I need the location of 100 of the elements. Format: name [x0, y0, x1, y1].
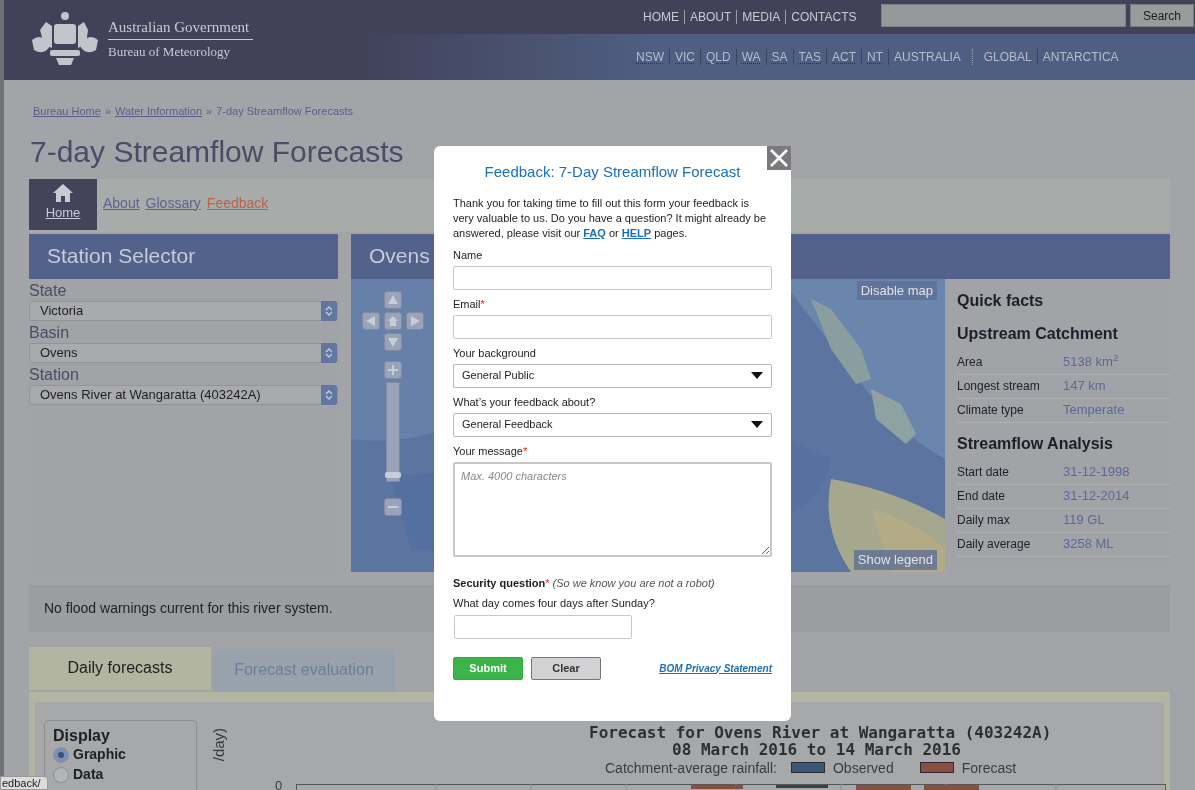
fact-value: Temperate — [1063, 401, 1125, 420]
breadcrumb-separator: » — [206, 104, 213, 119]
region-link[interactable]: WA — [736, 48, 766, 66]
field-label: Your background — [453, 345, 537, 360]
region-link[interactable]: AUSTRALIA — [889, 48, 966, 66]
nav-link[interactable]: Glossary — [145, 192, 201, 214]
input-field[interactable] — [453, 265, 772, 290]
region-link[interactable]: ACT — [827, 48, 862, 66]
input-field[interactable] — [453, 314, 772, 339]
zoom-in-icon — [387, 363, 399, 376]
security-label: Security question* (So we know you are not a robot) — [453, 575, 716, 590]
fact-label: Start date — [957, 464, 1011, 481]
status-url: edback/ — [0, 776, 48, 790]
org-name: Australian Government — [108, 17, 254, 40]
region-link[interactable]: ANTARCTICA — [1037, 48, 1124, 66]
chart-title: Forecast for Ovens River at Wangaratta (403242A) — [589, 724, 1052, 741]
pan-up-icon — [387, 293, 399, 306]
region-link[interactable]: VIC — [670, 48, 700, 66]
fact-value: 31-12-1998 — [1063, 463, 1130, 482]
chart-subtitle: 08 March 2016 to 14 March 2016 — [672, 741, 961, 758]
radio-button[interactable] — [53, 766, 69, 783]
field-label: Your message* — [453, 443, 529, 458]
panel-title: Station Selector — [29, 233, 338, 279]
pan-left-icon — [365, 314, 377, 327]
fact-value: 31-12-2014 — [1063, 487, 1130, 506]
close-icon — [769, 148, 789, 168]
dropdown-icon — [751, 372, 763, 379]
section-heading: Upstream Catchment — [957, 323, 1119, 344]
fact-label: End date — [957, 488, 1007, 505]
message-field[interactable]: Max. 4000 characters — [453, 461, 772, 557]
nav-link[interactable]: MEDIA — [737, 8, 786, 26]
section-title: Quick facts — [957, 290, 1045, 311]
field-label: What’s your feedback about? — [453, 394, 597, 409]
required-mark: * — [522, 444, 528, 457]
submit-button[interactable]: Submit — [453, 656, 523, 680]
dropdown-icon — [751, 421, 763, 428]
pan-right-icon — [409, 314, 421, 327]
region-link[interactable]: NSW — [631, 48, 669, 66]
field-label: Station — [29, 365, 80, 384]
field-label: Email* — [453, 296, 486, 311]
breadcrumb-link[interactable]: Water Information — [115, 103, 202, 120]
fact-label: Daily average — [957, 536, 1032, 553]
updown-icon — [325, 304, 333, 317]
nav-link[interactable]: About — [103, 192, 140, 214]
fact-label: Area — [957, 354, 984, 371]
search-button[interactable]: Search — [1130, 4, 1194, 27]
nav-link[interactable]: HOME — [638, 8, 684, 26]
nav-link[interactable]: CONTACTS — [786, 8, 862, 26]
select-field[interactable]: General Public — [453, 363, 772, 388]
privacy-link[interactable]: BOM Privacy Statement — [659, 660, 772, 676]
search-field[interactable] — [881, 4, 1126, 27]
required-mark: * — [480, 297, 485, 310]
field-label: Name — [453, 247, 484, 262]
axis-label: /day) — [208, 727, 228, 761]
select-field[interactable]: Ovens River at Wangaratta (403242A) — [29, 384, 338, 405]
select-field[interactable]: Ovens — [29, 342, 338, 363]
pan-home-icon — [387, 314, 399, 327]
page-title: 7-day Streamflow Forecasts — [30, 133, 404, 170]
breadcrumb-current: 7-day Streamflow Forecasts — [216, 104, 354, 119]
radio-option[interactable]: Graphic — [53, 744, 196, 765]
fact-value: 119 GL — [1063, 511, 1105, 530]
warning-text: No flood warnings current for this river system. — [44, 598, 333, 618]
section-heading: Streamflow Analysis — [957, 433, 1114, 454]
updown-icon — [325, 346, 333, 359]
fact-value: 147 km — [1063, 377, 1106, 396]
zoom-slider[interactable] — [386, 381, 400, 482]
select-field[interactable]: Victoria — [29, 300, 338, 321]
legend-label: Observed — [833, 759, 894, 776]
legend-label: Forecast — [961, 759, 1017, 776]
home-tab[interactable]: Home — [29, 178, 97, 230]
org-subtitle: Bureau of Meteorology — [108, 42, 232, 61]
clear-button[interactable]: Clear — [531, 656, 601, 680]
nav-link[interactable]: ABOUT — [685, 8, 737, 26]
fact-label: Longest stream — [957, 378, 1041, 395]
home-icon — [52, 182, 74, 203]
close-button[interactable] — [767, 146, 791, 170]
radio-option[interactable]: Data — [53, 764, 196, 785]
show-legend-button[interactable]: Show legend — [853, 550, 937, 570]
radio-button[interactable] — [53, 746, 69, 763]
region-link[interactable]: QLD — [701, 48, 736, 66]
fact-label: Climate type — [957, 402, 1025, 419]
fact-value: 5138 km$^{2}$ — [1063, 352, 1119, 372]
region-link[interactable]: GLOBAL — [978, 48, 1037, 66]
legend-title: Catchment-average rainfall: — [605, 759, 777, 776]
security-question: What day comes four days after Sunday? — [453, 595, 656, 610]
fact-value: 3258 ML — [1063, 535, 1114, 554]
answer-field[interactable] — [454, 614, 632, 639]
breadcrumb-separator: » — [104, 104, 111, 119]
field-label: Basin — [29, 323, 71, 342]
tab[interactable]: Daily forecasts — [29, 646, 211, 690]
breadcrumb-link[interactable]: Bureau Home — [33, 103, 101, 120]
axis-tick: 0 — [275, 776, 283, 790]
region-link[interactable]: SA — [766, 48, 793, 66]
pan-down-icon — [387, 335, 399, 348]
region-link[interactable]: TAS — [793, 48, 827, 66]
region-link[interactable]: NT — [862, 48, 889, 66]
slider-handle[interactable] — [385, 471, 401, 478]
dialog-title: Feedback: 7-Day Streamflow Forecast — [483, 162, 742, 182]
select-field[interactable]: General Feedback — [453, 412, 772, 437]
display-title: Display — [53, 726, 111, 745]
